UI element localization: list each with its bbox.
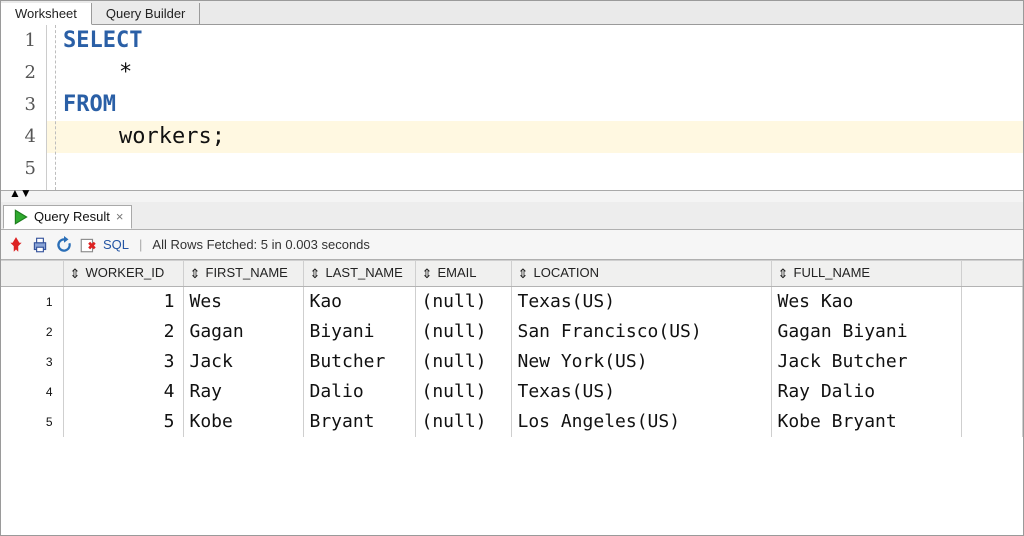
cell-last-name: Bryant (303, 407, 415, 437)
sort-icon: ⇕ (70, 266, 82, 282)
tab-worksheet[interactable]: Worksheet (1, 3, 92, 25)
cell-worker-id: 1 (63, 287, 183, 317)
refresh-icon[interactable] (55, 236, 73, 254)
sort-icon: ⇕ (518, 266, 530, 282)
sort-icon: ⇕ (422, 266, 434, 282)
table-row[interactable]: 22GaganBiyani(null)San Francisco(US)Gaga… (1, 317, 1023, 347)
sql-code[interactable]: SELECT * FROM workers; (47, 25, 1023, 190)
col-location[interactable]: ⇕LOCATION (511, 261, 771, 287)
cell-location: New York(US) (511, 347, 771, 377)
cell-full-name: Jack Butcher (771, 347, 961, 377)
result-toolbar: SQL | All Rows Fetched: 5 in 0.003 secon… (1, 230, 1023, 260)
cell-first-name: Kobe (183, 407, 303, 437)
cell-first-name: Wes (183, 287, 303, 317)
delete-icon[interactable] (79, 236, 97, 254)
sql-link[interactable]: SQL (103, 237, 129, 252)
close-icon[interactable]: × (116, 209, 124, 224)
col-worker-id[interactable]: ⇕WORKER_ID (63, 261, 183, 287)
cell-location: Texas(US) (511, 377, 771, 407)
cell-worker-id: 5 (63, 407, 183, 437)
cell-worker-id: 2 (63, 317, 183, 347)
sort-icon: ⇕ (778, 266, 790, 282)
cell-location: Los Angeles(US) (511, 407, 771, 437)
cell-location: San Francisco(US) (511, 317, 771, 347)
table-row[interactable]: 33JackButcher(null)New York(US)Jack Butc… (1, 347, 1023, 377)
cell-worker-id: 4 (63, 377, 183, 407)
row-number-header (1, 261, 63, 287)
col-first-name[interactable]: ⇕FIRST_NAME (183, 261, 303, 287)
print-icon[interactable] (31, 236, 49, 254)
cell-first-name: Gagan (183, 317, 303, 347)
editor-tabs: Worksheet Query Builder (1, 1, 1023, 25)
col-last-name[interactable]: ⇕LAST_NAME (303, 261, 415, 287)
results-table: ⇕WORKER_ID ⇕FIRST_NAME ⇕LAST_NAME ⇕EMAIL… (1, 260, 1023, 437)
header-row: ⇕WORKER_ID ⇕FIRST_NAME ⇕LAST_NAME ⇕EMAIL… (1, 261, 1023, 287)
table-row[interactable]: 11WesKao(null)Texas(US)Wes Kao (1, 287, 1023, 317)
tab-query-builder[interactable]: Query Builder (92, 3, 200, 24)
cell-last-name: Kao (303, 287, 415, 317)
result-tabs: Query Result × (1, 202, 1023, 230)
splitter-handle[interactable]: ▲▼ (1, 190, 1023, 202)
row-number: 1 (1, 287, 63, 317)
status-text: All Rows Fetched: 5 in 0.003 seconds (152, 237, 370, 252)
row-number: 5 (1, 407, 63, 437)
result-tab-label: Query Result (34, 209, 110, 224)
separator: | (139, 237, 142, 252)
row-number: 4 (1, 377, 63, 407)
cell-worker-id: 3 (63, 347, 183, 377)
table-row[interactable]: 55KobeBryant(null)Los Angeles(US)Kobe Br… (1, 407, 1023, 437)
col-email[interactable]: ⇕EMAIL (415, 261, 511, 287)
cell-email: (null) (415, 287, 511, 317)
cell-last-name: Biyani (303, 317, 415, 347)
table-row[interactable]: 44RayDalio(null)Texas(US)Ray Dalio (1, 377, 1023, 407)
cell-email: (null) (415, 347, 511, 377)
pin-icon[interactable] (7, 236, 25, 254)
cell-full-name: Wes Kao (771, 287, 961, 317)
cell-location: Texas(US) (511, 287, 771, 317)
sort-icon: ⇕ (190, 266, 202, 282)
cell-full-name: Gagan Biyani (771, 317, 961, 347)
cell-full-name: Kobe Bryant (771, 407, 961, 437)
cell-first-name: Ray (183, 377, 303, 407)
tab-query-result[interactable]: Query Result × (3, 205, 132, 229)
play-icon (12, 208, 30, 226)
col-full-name[interactable]: ⇕FULL_NAME (771, 261, 961, 287)
cell-last-name: Dalio (303, 377, 415, 407)
results-grid[interactable]: ⇕WORKER_ID ⇕FIRST_NAME ⇕LAST_NAME ⇕EMAIL… (1, 260, 1023, 535)
cell-first-name: Jack (183, 347, 303, 377)
line-gutter: 1 2 3 4 5 (1, 25, 47, 190)
row-number: 2 (1, 317, 63, 347)
cell-last-name: Butcher (303, 347, 415, 377)
cell-full-name: Ray Dalio (771, 377, 961, 407)
cell-email: (null) (415, 407, 511, 437)
cell-email: (null) (415, 377, 511, 407)
row-number: 3 (1, 347, 63, 377)
sql-editor[interactable]: 1 2 3 4 5 SELECT * FROM workers; (1, 25, 1023, 190)
cell-email: (null) (415, 317, 511, 347)
sort-icon: ⇕ (310, 266, 322, 282)
